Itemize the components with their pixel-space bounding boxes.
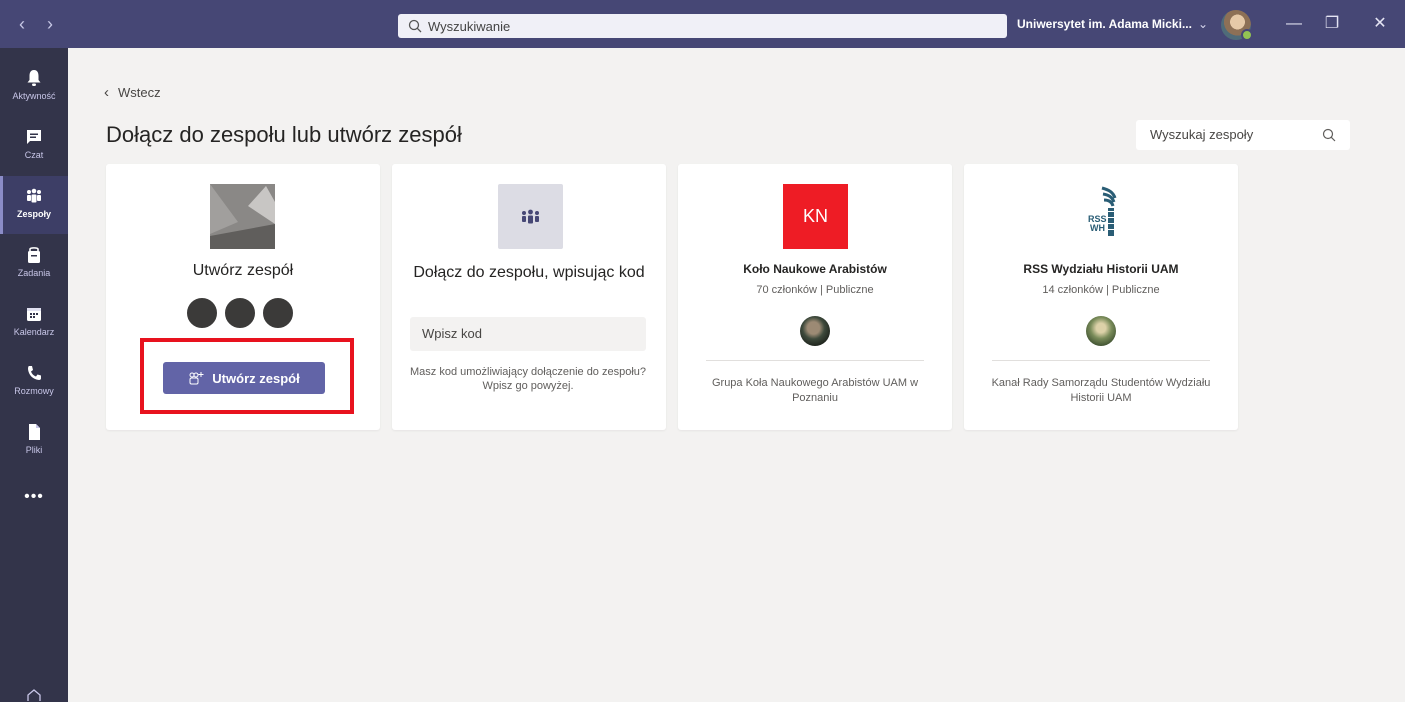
- rail-item-calls[interactable]: Rozmowy: [0, 353, 68, 411]
- team-logo: KN: [783, 184, 848, 249]
- rail-label: Rozmowy: [14, 386, 54, 396]
- divider: [706, 360, 924, 361]
- rail-label: Czat: [24, 150, 44, 160]
- avatar: [185, 296, 219, 330]
- help-icon[interactable]: [26, 688, 42, 702]
- org-name: Uniwersytet im. Adama Micki...: [1017, 17, 1192, 31]
- team-logo: RSS WH: [1069, 184, 1134, 249]
- svg-text:WH: WH: [1090, 223, 1105, 233]
- team-search-input[interactable]: Wyszukaj zespoły: [1136, 120, 1350, 150]
- rail-item-assignments[interactable]: Zadania: [0, 235, 68, 293]
- back-link[interactable]: ‹ Wstecz: [104, 84, 161, 101]
- highlight-box: [140, 338, 354, 414]
- rail-item-teams[interactable]: Zespoły: [0, 176, 68, 234]
- chevron-left-icon: ‹: [104, 84, 109, 101]
- team-meta: 14 członków | Publiczne: [1042, 284, 1160, 296]
- chevron-down-icon: ⌄: [1197, 17, 1209, 31]
- org-switcher[interactable]: Uniwersytet im. Adama Micki... ⌄: [1017, 14, 1208, 34]
- team-name: RSS Wydziału Historii UAM: [1023, 262, 1179, 276]
- team-card-rss[interactable]: RSS WH RSS Wydziału Historii UAM 14 czło…: [964, 164, 1238, 430]
- global-search-input[interactable]: Wyszukiwanie: [398, 14, 1007, 38]
- calendar-icon: [27, 308, 41, 321]
- forward-arrow-icon[interactable]: ›: [40, 12, 60, 36]
- teams-icon: [27, 188, 41, 203]
- rss-wh-logo: RSS WH: [1088, 186, 1117, 236]
- bell-icon: [27, 70, 41, 86]
- rail-item-activity[interactable]: Aktywność: [0, 58, 68, 116]
- member-avatar: [800, 316, 830, 346]
- create-team-placeholder-image: [210, 184, 275, 249]
- presence-available-icon: [1241, 29, 1253, 41]
- phone-icon: [28, 366, 41, 380]
- join-team-image: [498, 184, 563, 249]
- rail-label: Aktywność: [12, 91, 56, 101]
- team-code-input[interactable]: Wpisz kod: [410, 317, 646, 351]
- join-with-code-card: Dołącz do zespołu, wpisując kod Wpisz ko…: [392, 164, 666, 430]
- team-description: Kanał Rady Samorządu Studentów Wydziału …: [991, 377, 1211, 404]
- rail-item-files[interactable]: Pliki: [0, 412, 68, 470]
- back-arrow-icon[interactable]: ‹: [12, 12, 32, 36]
- join-help-text: Masz kod umożliwiający dołączenie do zes…: [410, 366, 647, 392]
- search-icon: [1322, 128, 1336, 142]
- rail-label: Zadania: [17, 268, 51, 278]
- create-team-title: Utwórz zespół: [192, 262, 294, 279]
- join-title: Dołącz do zespołu, wpisując kod: [413, 264, 645, 281]
- member-avatar: [1086, 316, 1116, 346]
- more-apps-button[interactable]: •••: [0, 488, 68, 506]
- team-card-kn[interactable]: KN Koło Naukowe Arabistów 70 członków | …: [678, 164, 952, 430]
- minimize-button[interactable]: —: [1282, 12, 1306, 36]
- rail-item-chat[interactable]: Czat: [0, 117, 68, 175]
- chat-icon: [27, 130, 41, 144]
- team-search-placeholder: Wyszukaj zespoły: [1150, 127, 1254, 142]
- title-bar: ‹ › Wyszukiwanie Uniwersytet im. Adama M…: [0, 0, 1405, 48]
- rail-label: Pliki: [25, 445, 43, 455]
- rail-item-calendar[interactable]: Kalendarz: [0, 294, 68, 352]
- assignments-icon: [28, 247, 40, 263]
- file-icon: [29, 424, 40, 440]
- global-search-placeholder: Wyszukiwanie: [428, 18, 511, 34]
- search-icon: [408, 19, 422, 33]
- team-description: Grupa Koła Naukowego Arabistów UAM w Poz…: [711, 377, 919, 404]
- team-meta: 70 członków | Publiczne: [756, 284, 874, 296]
- app-rail: Aktywność Czat Zespoły Zadania Kalendarz…: [0, 48, 68, 702]
- maximize-button[interactable]: ❐: [1320, 12, 1344, 36]
- back-label: Wstecz: [118, 85, 161, 100]
- avatar: [261, 296, 295, 330]
- team-name: Koło Naukowe Arabistów: [743, 262, 887, 276]
- close-button[interactable]: ✕: [1368, 12, 1392, 36]
- avatar: [223, 296, 257, 330]
- rail-label: Zespoły: [16, 209, 51, 219]
- rail-label: Kalendarz: [13, 327, 55, 337]
- page-title: Dołącz do zespołu lub utwórz zespół: [106, 122, 462, 147]
- divider: [992, 360, 1210, 361]
